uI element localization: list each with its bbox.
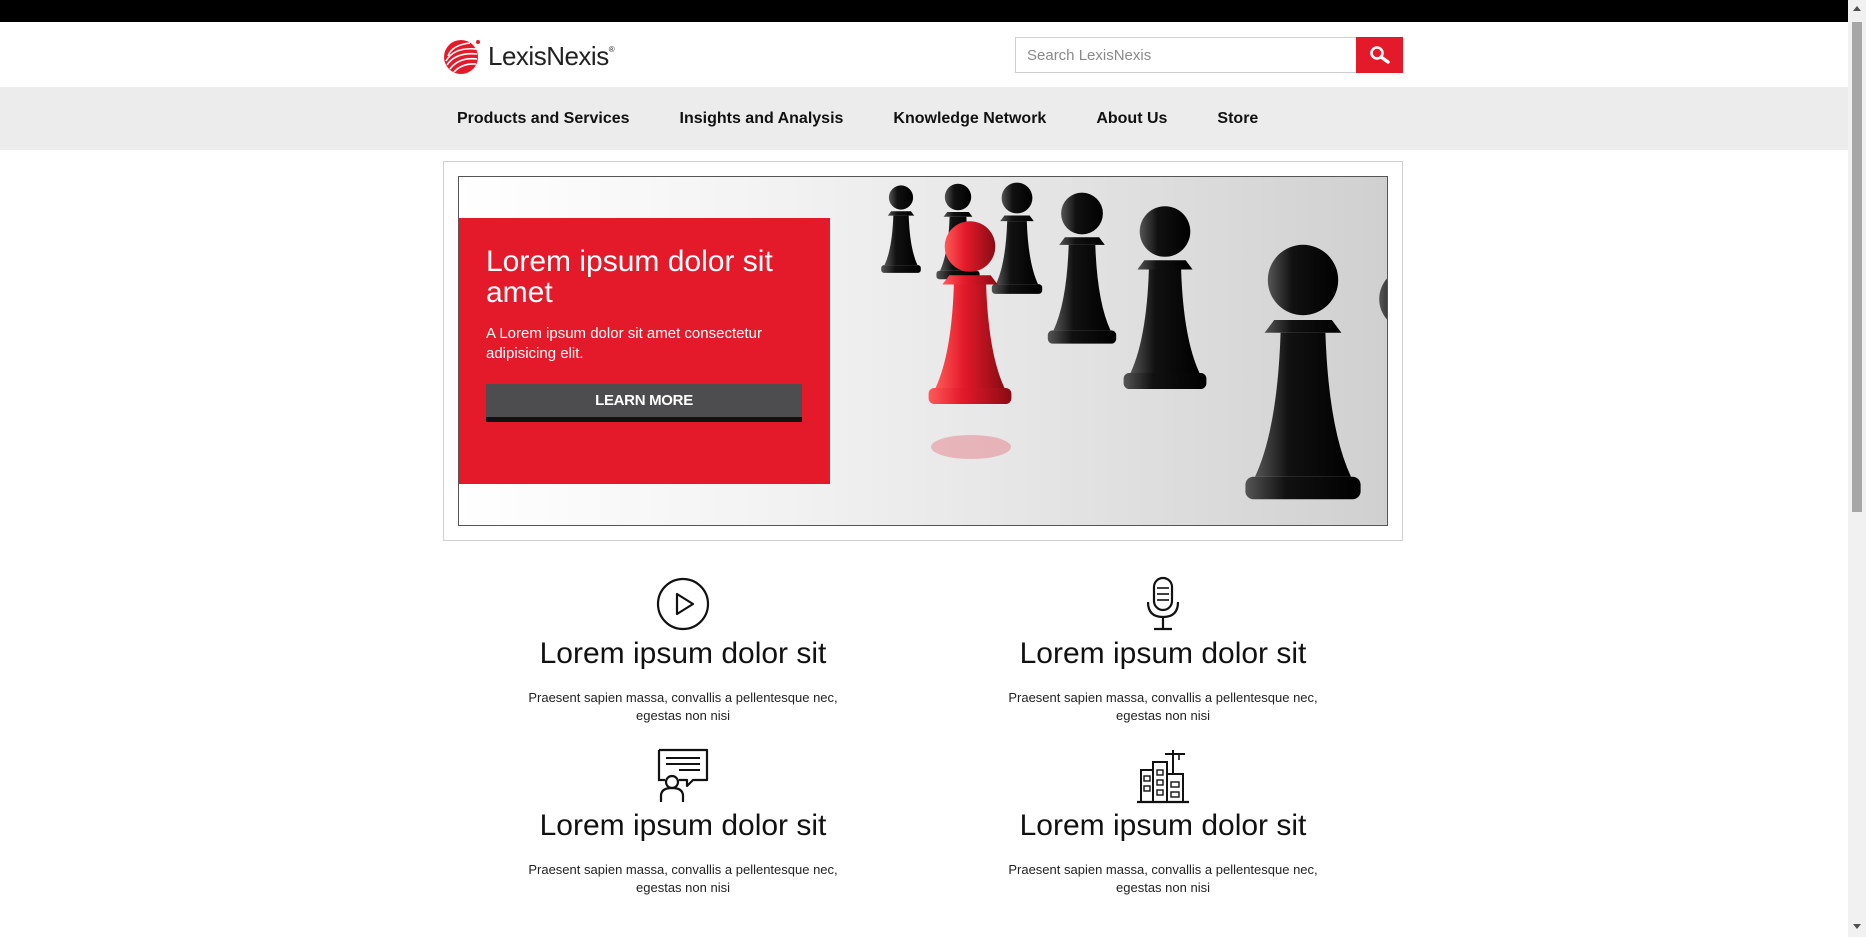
red-pawn <box>928 221 1012 405</box>
hero-title: Lorem ipsum dolor sit amet <box>486 245 773 309</box>
feature-text: Praesent sapien massa, convallis a pelle… <box>528 690 838 723</box>
learn-more-button[interactable]: LEARN MORE <box>486 384 802 422</box>
search-bar <box>1015 37 1403 73</box>
search-icon <box>1369 46 1390 64</box>
hero-banner: Lorem ipsum dolor sit amet A Lorem ipsum… <box>443 161 1403 541</box>
nav-item-knowledge-network[interactable]: Knowledge Network <box>893 110 1046 128</box>
hero-image-area: Lorem ipsum dolor sit amet A Lorem ipsum… <box>458 176 1388 526</box>
hero-panel: Lorem ipsum dolor sit amet A Lorem ipsum… <box>459 218 830 484</box>
brand-logo[interactable]: LexisNexis® <box>442 37 615 75</box>
feature-text: Praesent sapien massa, convallis a pelle… <box>528 862 838 895</box>
top-bar <box>0 0 1848 22</box>
site-header: LexisNexis® <box>0 22 1848 87</box>
feature-card: Lorem ipsum dolor sit Praesent sapien ma… <box>923 575 1403 725</box>
main-nav: Products and Services Insights and Analy… <box>0 87 1848 150</box>
lexisnexis-logo-icon <box>444 40 480 74</box>
hero-description: A Lorem ipsum dolor sit amet consectetur… <box>486 325 762 362</box>
nav-item-store[interactable]: Store <box>1217 110 1258 128</box>
scroll-down-arrow-icon[interactable] <box>1853 924 1861 929</box>
page-scrollbar[interactable] <box>1848 0 1866 937</box>
search-input[interactable] <box>1015 37 1356 73</box>
scroll-up-arrow-icon[interactable] <box>1853 6 1861 11</box>
presenter-icon[interactable] <box>657 748 709 804</box>
scroll-thumb[interactable] <box>1852 22 1862 512</box>
play-icon[interactable] <box>655 576 711 632</box>
feature-card: Lorem ipsum dolor sit Praesent sapien ma… <box>923 747 1403 897</box>
feature-text: Praesent sapien massa, convallis a pelle… <box>1008 690 1318 723</box>
feature-title: Lorem ipsum dolor sit <box>539 809 827 842</box>
feature-title: Lorem ipsum dolor sit <box>1019 637 1307 670</box>
nav-item-products-and-services[interactable]: Products and Services <box>457 110 630 128</box>
nav-item-about-us[interactable]: About Us <box>1096 110 1167 128</box>
feature-card: Lorem ipsum dolor sit Praesent sapien ma… <box>443 575 923 725</box>
microphone-icon[interactable] <box>1143 576 1183 632</box>
feature-title: Lorem ipsum dolor sit <box>539 637 827 670</box>
brand-wordmark: LexisNexis® <box>488 40 615 71</box>
feature-text: Praesent sapien massa, convallis a pelle… <box>1008 862 1318 895</box>
feature-title: Lorem ipsum dolor sit <box>1019 809 1307 842</box>
search-button[interactable] <box>1356 37 1403 73</box>
city-buildings-icon[interactable] <box>1135 748 1191 804</box>
nav-item-insights-and-analysis[interactable]: Insights and Analysis <box>680 110 844 128</box>
feature-card: Lorem ipsum dolor sit Praesent sapien ma… <box>443 747 923 897</box>
